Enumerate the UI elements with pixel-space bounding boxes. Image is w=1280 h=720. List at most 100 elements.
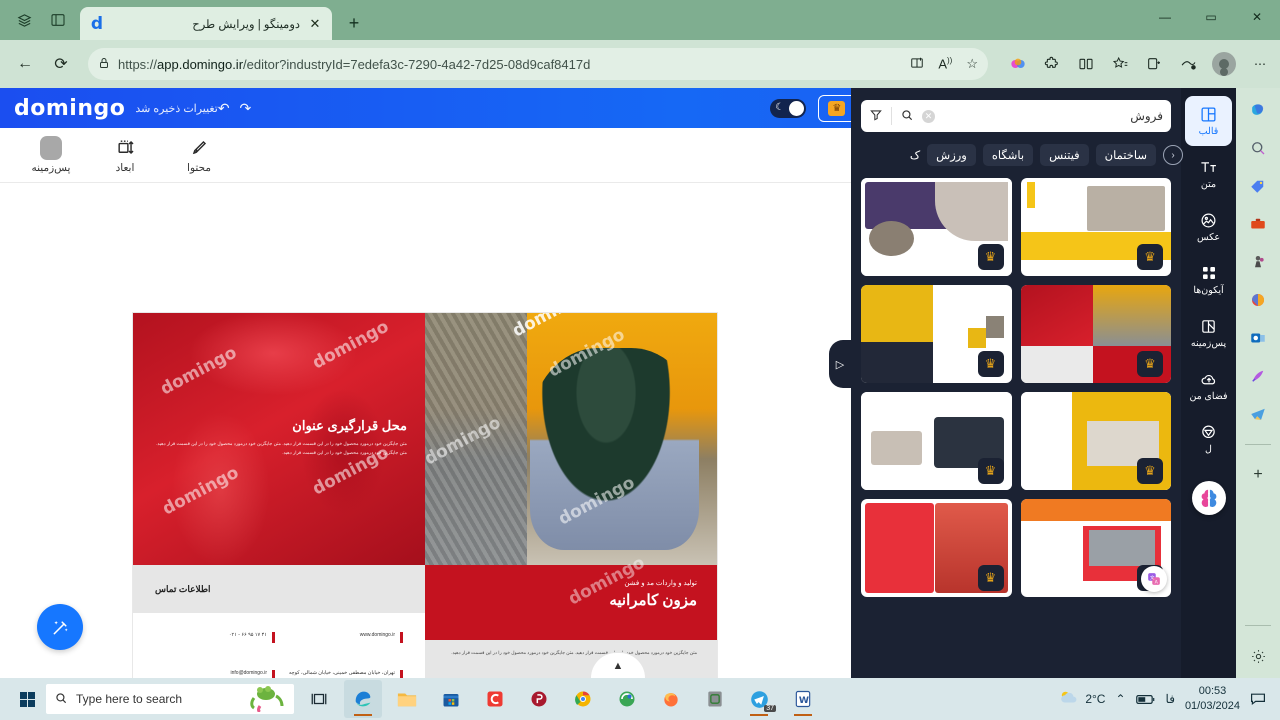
ai-magic-button[interactable] <box>37 604 83 650</box>
tools-icon[interactable] <box>1246 212 1270 236</box>
split-screen-icon[interactable] <box>1076 54 1096 74</box>
translate-icon[interactable]: 文A <box>1141 566 1167 592</box>
windows-start-icon[interactable] <box>8 680 46 718</box>
copilot-icon[interactable] <box>1246 98 1270 122</box>
template-card-6[interactable]: ♛ <box>861 392 1012 490</box>
favorite-star-icon[interactable]: ☆ <box>966 56 978 72</box>
refresh-button[interactable]: ⟳ <box>46 49 76 79</box>
c-app-icon[interactable] <box>476 680 514 718</box>
sidebar-item-template[interactable]: قالب <box>1185 96 1232 146</box>
template-card-1[interactable]: ♛ <box>1020 178 1171 276</box>
maximize-button[interactable]: ▭ <box>1188 0 1234 34</box>
sidebar-item-shapes[interactable]: ل <box>1185 414 1232 464</box>
sidebar-item-icons[interactable]: آیکون‌ها <box>1185 255 1232 305</box>
chip-sakhteman[interactable]: ساختمان <box>1095 144 1156 166</box>
app-green-icon[interactable] <box>608 680 646 718</box>
template-card-4[interactable]: ♛ <box>861 285 1012 383</box>
designer-icon[interactable] <box>1246 364 1270 388</box>
chip-partial[interactable]: ک <box>901 144 920 166</box>
hero-body: متن جایگزین خود درمورد محصول خود را در ا… <box>156 441 407 455</box>
template-card-3[interactable]: ♛ <box>1020 285 1171 383</box>
panel-collapse-handle[interactable]: ▷ <box>829 340 851 388</box>
chrome-icon[interactable] <box>564 680 602 718</box>
edge-icon[interactable] <box>344 680 382 718</box>
chips-prev-button[interactable]: ‹ <box>1163 145 1183 165</box>
clear-icon[interactable]: ✕ <box>922 109 935 123</box>
search-input[interactable]: فروش <box>943 109 1163 123</box>
browser-essentials-icon[interactable] <box>1178 54 1198 74</box>
sidebar-label-shapes: ل <box>1205 444 1212 455</box>
telegram-icon[interactable] <box>1246 402 1270 426</box>
template-card-5[interactable]: ♛ <box>1020 392 1171 490</box>
close-window-button[interactable]: ✕ <box>1234 0 1280 34</box>
split-screen-icon[interactable] <box>910 56 924 73</box>
collections-icon[interactable] <box>1144 54 1164 74</box>
contact-phone: ۰۲۱ - ۶۶ ۹۵ ۱۷ ۴۱ <box>228 632 267 638</box>
ai-brain-icon[interactable] <box>1191 481 1226 515</box>
more-options-icon[interactable]: ⋯ <box>1250 54 1270 74</box>
battery-icon[interactable] <box>1135 693 1156 706</box>
app-logo[interactable]: domingo <box>14 96 125 121</box>
back-button[interactable]: ← <box>10 49 40 79</box>
taskbar-clock[interactable]: 00:53 01/03/2024 <box>1185 684 1240 714</box>
profile-avatar[interactable] <box>1212 52 1236 76</box>
brand-band: تولید و واردات مد و فشن مزون کامرانیه do… <box>425 553 717 640</box>
tool-background[interactable]: پس‌زمینه <box>26 135 76 174</box>
notes-icon[interactable] <box>696 680 734 718</box>
sidebar-item-myspace[interactable]: فضای من <box>1185 361 1232 411</box>
search-icon[interactable] <box>1246 136 1270 160</box>
p-app-icon[interactable] <box>520 680 558 718</box>
file-explorer-icon[interactable] <box>388 680 426 718</box>
accent-bar <box>272 670 275 678</box>
minimize-button[interactable]: — <box>1142 0 1188 34</box>
add-icon[interactable]: + <box>1246 463 1270 487</box>
copilot-icon[interactable] <box>1008 54 1028 74</box>
favorites-icon[interactable] <box>1110 54 1130 74</box>
language-indicator[interactable]: فا <box>1166 692 1175 706</box>
chip-bashgah[interactable]: باشگاه <box>982 144 1034 166</box>
new-tab-button[interactable]: + <box>340 9 368 37</box>
contact-item-website: www.domingo.ir <box>283 631 403 643</box>
sidebar-item-image[interactable]: عکس <box>1185 202 1232 252</box>
games-icon[interactable] <box>1246 250 1270 274</box>
microsoft-store-icon[interactable] <box>432 680 470 718</box>
browser-tab[interactable]: d دومینگو | ویرایش طرح ✕ <box>80 7 332 40</box>
filter-icon[interactable] <box>869 108 883 125</box>
sidebar-item-text[interactable]: متن <box>1185 149 1232 199</box>
copilot-icon[interactable] <box>14 10 34 30</box>
template-card-2[interactable]: ♛ <box>861 178 1012 276</box>
search-icon[interactable] <box>900 108 914 125</box>
shopping-icon[interactable] <box>1246 174 1270 198</box>
tool-content[interactable]: محتوا <box>174 137 224 174</box>
tool-dimensions[interactable]: ابعاد <box>100 137 150 174</box>
chip-fitness[interactable]: فیتنس <box>1040 144 1089 166</box>
weather-widget[interactable]: 2°C <box>1058 689 1105 710</box>
telegram-icon[interactable]: 37 <box>740 680 778 718</box>
taskbar-search[interactable]: Type here to search <box>46 684 294 714</box>
design-page[interactable]: محل قرارگیری عنوان متن جایگزین خود درمور… <box>133 313 717 678</box>
chevron-up-icon[interactable]: ⌃ <box>1115 692 1125 706</box>
design-right-panel: domingo domingo domingo تولید و واردات م… <box>425 313 717 678</box>
sidebar-item-background[interactable]: پس‌زمینه <box>1185 308 1232 358</box>
chip-varzesh[interactable]: ورزش <box>927 144 976 166</box>
address-bar[interactable]: https://app.domingo.ir/editor?industryId… <box>88 48 988 80</box>
task-view-icon[interactable] <box>300 680 338 718</box>
settings-gear-icon[interactable] <box>1246 644 1270 668</box>
outlook-icon[interactable] <box>1246 326 1270 350</box>
read-aloud-icon[interactable]: A)) <box>938 56 952 71</box>
tab-actions-icon[interactable] <box>48 10 68 30</box>
template-card-8[interactable]: ♛ <box>861 499 1012 597</box>
close-icon[interactable]: ✕ <box>306 15 324 33</box>
word-icon[interactable]: W <box>784 680 822 718</box>
firefox-icon[interactable] <box>652 680 690 718</box>
hero-title: محل قرارگیری عنوان <box>292 418 407 433</box>
office-icon[interactable] <box>1246 288 1270 312</box>
notification-icon[interactable] <box>1250 692 1266 706</box>
browser-window: d دومینگو | ویرایش طرح ✕ + — ▭ ✕ ← ⟳ htt… <box>0 0 1280 678</box>
redo-icon[interactable]: ↷ <box>240 100 252 117</box>
undo-icon[interactable]: ↶ <box>218 100 230 117</box>
extensions-icon[interactable] <box>1042 54 1062 74</box>
dark-mode-toggle[interactable]: ☾ <box>770 98 807 118</box>
brand-description-band: متن جایگزین خود درمورد محصول خود را در ا… <box>425 313 717 678</box>
template-search-bar[interactable]: فروش ✕ <box>861 100 1171 132</box>
